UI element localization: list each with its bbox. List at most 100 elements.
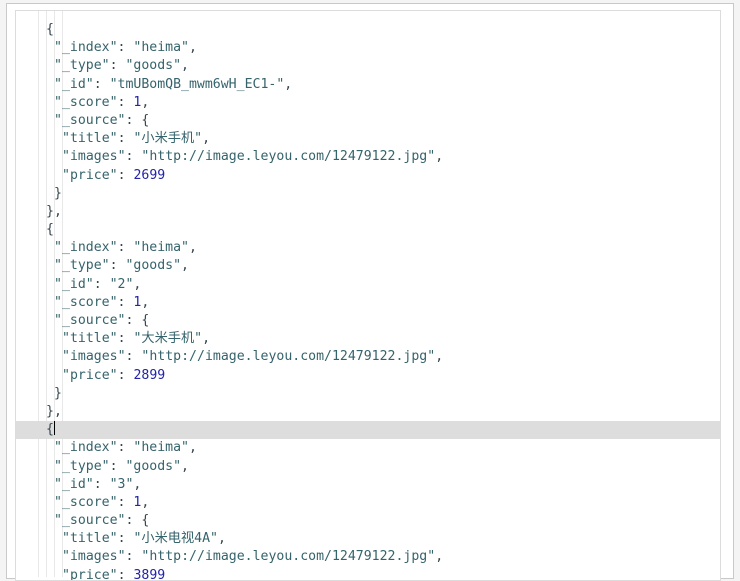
code-line[interactable]: "_index": "heima", <box>16 439 720 457</box>
code-content[interactable]: {"_index": "heima", "_type": "goods", "_id… <box>16 21 720 580</box>
token-punct: : <box>109 258 126 274</box>
code-line[interactable]: "_source": { <box>16 312 720 330</box>
code-line-text: "price": 3899 <box>38 568 165 580</box>
token-string: "_source" <box>54 313 126 328</box>
token-string: "_type" <box>54 58 110 74</box>
code-line-text: }, <box>38 404 62 419</box>
code-line[interactable]: "_type": "goods", <box>16 458 720 476</box>
code-line[interactable]: "_score": 1, <box>16 294 720 312</box>
code-line-text: }, <box>38 204 62 219</box>
code-line[interactable]: { <box>16 21 720 39</box>
token-punct: { <box>46 22 54 37</box>
code-line-active[interactable]: { <box>16 421 720 440</box>
editor-outer-panel: {"_index": "heima", "_type": "goods", "_id… <box>6 3 734 581</box>
code-line[interactable]: "title": "大米手机", <box>16 330 720 348</box>
code-line[interactable]: "price": 2899 <box>16 367 720 385</box>
code-line[interactable]: "title": "小米电视4A", <box>16 530 720 548</box>
code-line[interactable]: "_id": "tmUBomQB_mwm6wH_EC1-", <box>16 76 720 94</box>
code-line-text: "_index": "heima", <box>38 440 197 455</box>
token-punct: , <box>189 240 197 256</box>
token-string: "_score" <box>54 94 118 110</box>
code-line[interactable]: }, <box>16 403 720 421</box>
token-punct: , <box>435 149 444 165</box>
code-line[interactable]: "_score": 1, <box>16 94 720 112</box>
token-punct: : <box>109 58 126 74</box>
code-line[interactable]: "images": "http://image.leyou.com/124791… <box>16 348 720 366</box>
code-line-text: "title": "小米电视4A", <box>38 531 226 546</box>
json-code-editor[interactable]: {"_index": "heima", "_type": "goods", "_id… <box>16 11 720 580</box>
token-punct: : <box>125 349 142 365</box>
token-punct: : <box>117 167 134 183</box>
token-string: "_id" <box>54 276 94 292</box>
token-string: "images" <box>62 149 126 165</box>
code-line[interactable]: } <box>16 185 720 203</box>
app-window: {"_index": "heima", "_type": "goods", "_id… <box>0 0 740 581</box>
token-string: "http://image.leyou.com/12479122.jpg" <box>141 349 436 365</box>
token-punct: { <box>46 422 54 438</box>
code-line[interactable]: { <box>16 221 720 239</box>
token-punct: , <box>133 476 142 492</box>
token-punct: : <box>125 313 142 328</box>
code-line[interactable]: "_source": { <box>16 512 720 530</box>
token-punct: , <box>181 58 189 74</box>
code-line-text: "_source": { <box>38 113 149 128</box>
token-string: "_index" <box>54 440 118 456</box>
token-punct: , <box>435 349 444 365</box>
code-line[interactable]: "_index": "heima", <box>16 239 720 257</box>
code-line[interactable]: "_id": "2", <box>16 276 720 294</box>
token-string: "大米手机" <box>133 331 203 347</box>
token-punct: , <box>284 76 293 92</box>
code-line[interactable]: } <box>16 385 720 403</box>
code-line[interactable]: }, <box>16 203 720 221</box>
code-line[interactable]: "_id": "3", <box>16 476 720 494</box>
code-line-text: "_source": { <box>38 313 149 328</box>
code-line-text: "_type": "goods", <box>38 258 189 273</box>
token-string: "_source" <box>54 513 126 529</box>
code-line[interactable]: "_index": "heima", <box>16 39 720 57</box>
code-line[interactable]: "title": "小米手机", <box>16 130 720 148</box>
token-punct: : <box>117 294 134 310</box>
token-punct: : <box>117 494 134 510</box>
token-punct: , <box>181 458 189 474</box>
token-punct: , <box>141 94 150 110</box>
token-punct: : <box>109 458 126 474</box>
text-cursor <box>53 421 55 436</box>
token-punct: }, <box>46 403 62 419</box>
token-punct: { <box>46 222 54 238</box>
code-line[interactable]: "_source": { <box>16 112 720 130</box>
code-line-text: } <box>38 386 62 401</box>
code-line-text: "images": "http://image.leyou.com/124791… <box>38 149 443 164</box>
code-line[interactable]: "_score": 1, <box>16 494 720 512</box>
code-line-text: "_source": { <box>38 513 149 528</box>
token-string: "3" <box>109 476 134 492</box>
code-line-text: { <box>38 222 54 237</box>
token-number: 2899 <box>133 367 166 383</box>
token-punct: , <box>141 494 150 510</box>
token-punct: : <box>93 76 110 92</box>
token-string: "goods" <box>125 258 182 274</box>
token-string: "_index" <box>54 40 118 56</box>
editor-inner-panel: {"_index": "heima", "_type": "goods", "_id… <box>15 10 721 581</box>
token-punct: , <box>217 531 226 547</box>
token-punct: : <box>117 240 134 256</box>
code-line-text: "_type": "goods", <box>38 58 189 73</box>
token-punct: : <box>125 112 142 128</box>
token-string: "images" <box>62 549 126 565</box>
token-punct: , <box>189 440 197 456</box>
code-line-text: { <box>38 22 54 37</box>
code-line[interactable]: "_type": "goods", <box>16 257 720 275</box>
token-number: 3899 <box>133 567 166 580</box>
token-string: "小米电视4A" <box>133 531 218 547</box>
code-line-text: "images": "http://image.leyou.com/124791… <box>38 349 443 364</box>
token-string: "小米手机" <box>133 131 203 147</box>
code-line[interactable]: "images": "http://image.leyou.com/124791… <box>16 148 720 166</box>
code-line[interactable]: "price": 2699 <box>16 167 720 185</box>
token-number: 2699 <box>133 167 166 183</box>
token-string: "heima" <box>133 240 189 256</box>
token-string: "_index" <box>54 240 118 256</box>
code-line[interactable]: "images": "http://image.leyou.com/124791… <box>16 548 720 566</box>
token-string: "price" <box>62 367 118 383</box>
token-string: "goods" <box>125 58 182 74</box>
code-line[interactable]: "_type": "goods", <box>16 57 720 75</box>
code-line-text: "_type": "goods", <box>38 459 189 474</box>
